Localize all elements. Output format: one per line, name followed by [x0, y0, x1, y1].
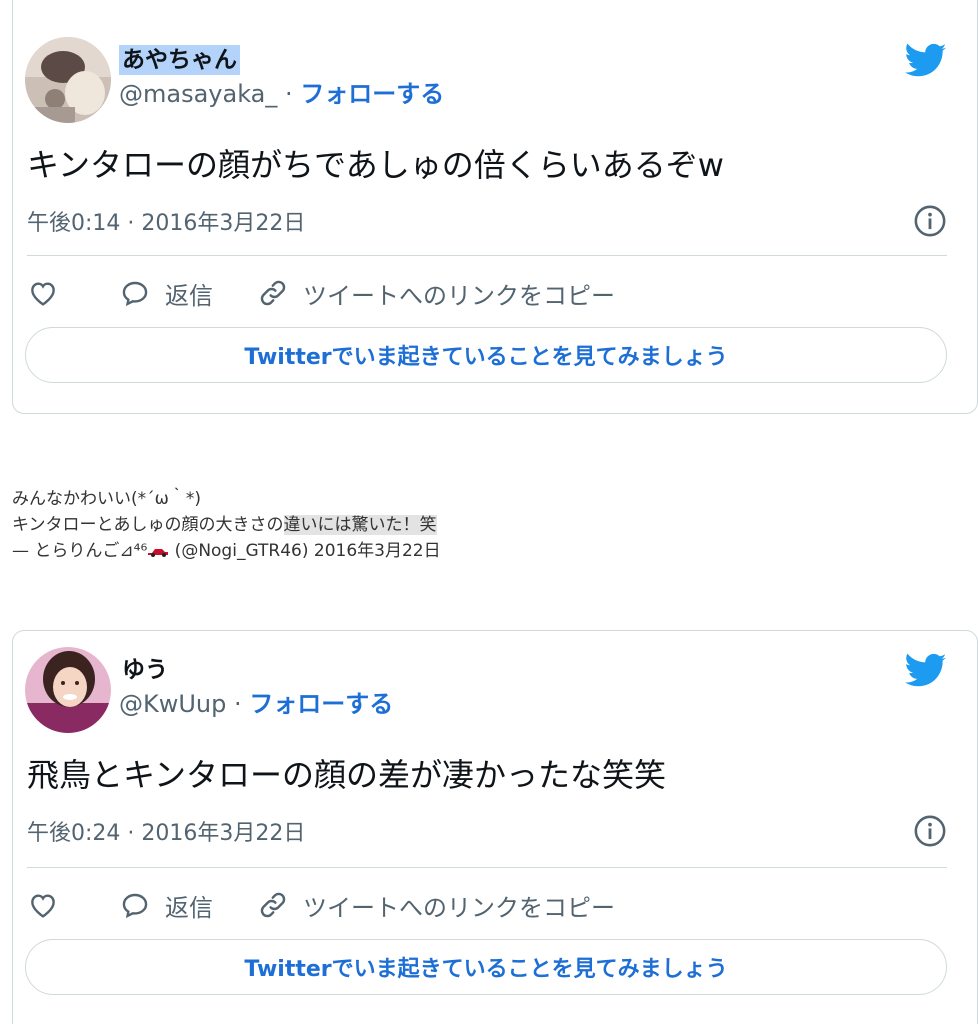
tweet-timestamp[interactable]: 午後0:14 · 2016年3月22日 — [27, 205, 305, 237]
copy-link-label: ツイートへのリンクをコピー — [303, 893, 615, 922]
follow-link[interactable]: フォローする — [249, 690, 393, 718]
quote-line: みんなかわいい(*´ω｀*) — [12, 489, 202, 509]
handle-row: @masayaka_ · フォローする — [119, 77, 444, 111]
separator-dot: · — [285, 80, 293, 108]
tweet-header: ゆう @KwUup · フォローする — [25, 647, 393, 733]
quote-text: キンタローとあしゅの顔の大きさの — [12, 515, 284, 535]
reply-icon — [122, 281, 148, 307]
quote-text-highlighted: 違いには驚いた！笑 — [283, 515, 437, 535]
copy-link-button[interactable]: ツイートへのリンクをコピー — [257, 276, 615, 311]
reply-button[interactable]: 返信 — [119, 276, 213, 311]
reply-button[interactable]: 返信 — [119, 888, 213, 923]
avatar[interactable] — [25, 647, 111, 733]
heart-icon — [31, 282, 55, 306]
copy-link-label: ツイートへのリンクをコピー — [303, 281, 615, 310]
user-identity: ゆう @KwUup · フォローする — [119, 647, 393, 733]
heart-icon — [31, 894, 55, 918]
like-button[interactable] — [27, 277, 59, 309]
tweet-meta: 午後0:14 · 2016年3月22日 — [27, 203, 947, 239]
quote-source[interactable]: (@Nogi_GTR46) 2016年3月22日 — [169, 541, 441, 561]
tweet-text: キンタローの顔がちであしゅの倍くらいあるぞw — [27, 146, 724, 184]
explore-twitter-button[interactable]: Twitterでいま起きていることを見てみましょう — [25, 939, 947, 995]
separator-dot: · — [234, 690, 242, 718]
copy-link-button[interactable]: ツイートへのリンクをコピー — [257, 888, 615, 923]
link-icon — [260, 280, 286, 306]
quote-attribution: — とらりんご⊿⁴⁶ (@Nogi_GTR46) 2016年3月22日 — [12, 538, 441, 564]
tweet-meta: 午後0:24 · 2016年3月22日 — [27, 813, 947, 849]
tweet-card: あやちゃん @masayaka_ · フォローする キンタローの顔がちであしゅの… — [12, 0, 978, 414]
reply-label: 返信 — [165, 893, 213, 922]
divider — [27, 867, 947, 868]
tweet-text: 飛鳥とキンタローの顔の差が凄かったな笑笑 — [27, 756, 667, 794]
info-icon[interactable] — [913, 204, 947, 238]
racecar-emoji-icon — [148, 549, 169, 557]
user-handle[interactable]: @KwUup — [119, 690, 226, 718]
twitter-bird-icon[interactable] — [905, 653, 947, 689]
divider — [27, 255, 947, 256]
user-handle[interactable]: @masayaka_ — [119, 80, 277, 108]
reply-label: 返信 — [165, 281, 213, 310]
tweet-actions: 返信 ツイートへのリンクをコピー — [27, 883, 615, 927]
embedded-quote: みんなかわいい(*´ω｀*) キンタローとあしゅの顔の大きさの違いには驚いた！笑… — [12, 486, 441, 564]
tweet-header: あやちゃん @masayaka_ · フォローする — [25, 37, 444, 123]
quote-author[interactable]: — とらりんご⊿⁴⁶ — [12, 541, 147, 561]
explore-twitter-button[interactable]: Twitterでいま起きていることを見てみましょう — [25, 327, 947, 383]
avatar[interactable] — [25, 37, 111, 123]
tweet-timestamp[interactable]: 午後0:24 · 2016年3月22日 — [27, 815, 305, 847]
link-icon — [260, 892, 286, 918]
quote-line: キンタローとあしゅの顔の大きさの違いには驚いた！笑 — [12, 512, 441, 538]
user-identity: あやちゃん @masayaka_ · フォローする — [119, 37, 444, 123]
display-name[interactable]: ゆう — [119, 655, 171, 685]
tweet-actions: 返信 ツイートへのリンクをコピー — [27, 271, 615, 315]
handle-row: @KwUup · フォローする — [119, 687, 393, 721]
display-name[interactable]: あやちゃん — [119, 45, 240, 75]
follow-link[interactable]: フォローする — [300, 80, 444, 108]
info-icon[interactable] — [913, 814, 947, 848]
twitter-bird-icon[interactable] — [905, 43, 947, 79]
reply-icon — [122, 893, 148, 919]
tweet-card: ゆう @KwUup · フォローする 飛鳥とキンタローの顔の差が凄かったな笑笑 … — [12, 630, 978, 1024]
like-button[interactable] — [27, 889, 59, 921]
